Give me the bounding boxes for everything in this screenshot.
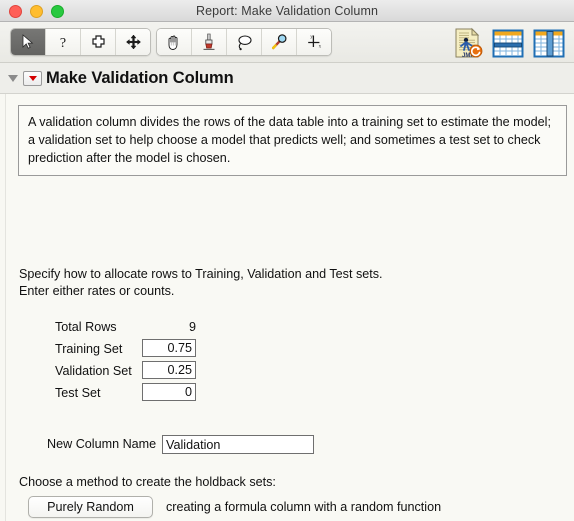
brush-tool[interactable] [192, 29, 227, 55]
question-tool[interactable]: ? [46, 29, 81, 55]
page-title: Make Validation Column [46, 68, 234, 87]
hand-icon [168, 35, 178, 50]
jmp-journal-icon[interactable]: JMP [450, 26, 484, 60]
table-row-highlight-icon [492, 29, 524, 58]
toolbar-group-selection: ? [10, 28, 151, 56]
purely-random-button[interactable]: Purely Random [28, 496, 153, 518]
instructions-line-2: Enter either rates or counts. [19, 284, 175, 298]
description-text: A validation column divides the rows of … [18, 105, 567, 176]
table-column-highlight-icon [533, 29, 565, 58]
training-set-label: Training Set [55, 342, 123, 356]
report-menu-button[interactable] [23, 70, 42, 86]
data-table-columns-icon[interactable] [532, 26, 566, 60]
toolbar-right-icons: JMP [450, 26, 566, 60]
data-table-rows-icon[interactable] [491, 26, 525, 60]
arrow-cursor-icon [22, 34, 34, 49]
report-content: A validation column divides the rows of … [5, 94, 574, 521]
purely-random-description: creating a formula column with a random … [166, 500, 442, 514]
crosshair-plus-icon [91, 35, 105, 48]
total-rows-value: 9 [188, 320, 196, 334]
instructions: Specify how to allocate rows to Training… [19, 266, 383, 300]
crosshair-tool[interactable] [81, 29, 116, 55]
red-triangle-menu-icon [28, 75, 37, 81]
new-column-name-label: New Column Name [47, 437, 157, 451]
annotate-tool[interactable]: y x [297, 29, 331, 55]
validation-set-label: Validation Set [55, 364, 132, 378]
jmp-report-window: Report: Make Validation Column ? y x JMP… [0, 0, 574, 521]
zoom-button[interactable] [51, 5, 64, 18]
window-controls [9, 5, 64, 18]
window-title: Report: Make Validation Column [195, 3, 379, 18]
magnifier-tool[interactable] [262, 29, 297, 55]
new-column-name-input[interactable] [162, 435, 314, 454]
move-tool[interactable] [116, 29, 150, 55]
paintbrush-icon [203, 33, 215, 50]
report-header: Make Validation Column [0, 63, 574, 94]
four-arrows-move-icon [125, 34, 141, 50]
question-mark-icon: ? [60, 36, 66, 50]
disclosure-toggle[interactable] [3, 74, 23, 82]
minimize-button[interactable] [30, 5, 43, 18]
arrow-tool[interactable] [11, 29, 46, 55]
svg-text:x: x [318, 45, 321, 50]
triangle-down-icon [8, 74, 18, 82]
magnifier-icon [271, 34, 287, 50]
lasso-tool[interactable] [227, 29, 262, 55]
window-titlebar: Report: Make Validation Column [0, 0, 574, 22]
test-set-label: Test Set [55, 386, 101, 400]
close-button[interactable] [9, 5, 22, 18]
axis-crosshair-icon: y x [307, 35, 321, 50]
jmp-document-refresh-icon: JMP [455, 27, 483, 59]
grabber-tool[interactable] [157, 29, 192, 55]
test-set-input[interactable] [142, 383, 196, 401]
instructions-line-1: Specify how to allocate rows to Training… [19, 267, 383, 281]
svg-text:?: ? [60, 36, 66, 50]
toolbar: ? y x JMP [0, 22, 574, 63]
training-set-input[interactable] [142, 339, 196, 357]
lasso-icon [237, 34, 252, 50]
validation-set-input[interactable] [142, 361, 196, 379]
method-prompt: Choose a method to create the holdback s… [19, 475, 276, 489]
toolbar-group-navigation: y x [156, 28, 332, 56]
total-rows-label: Total Rows [55, 320, 117, 334]
